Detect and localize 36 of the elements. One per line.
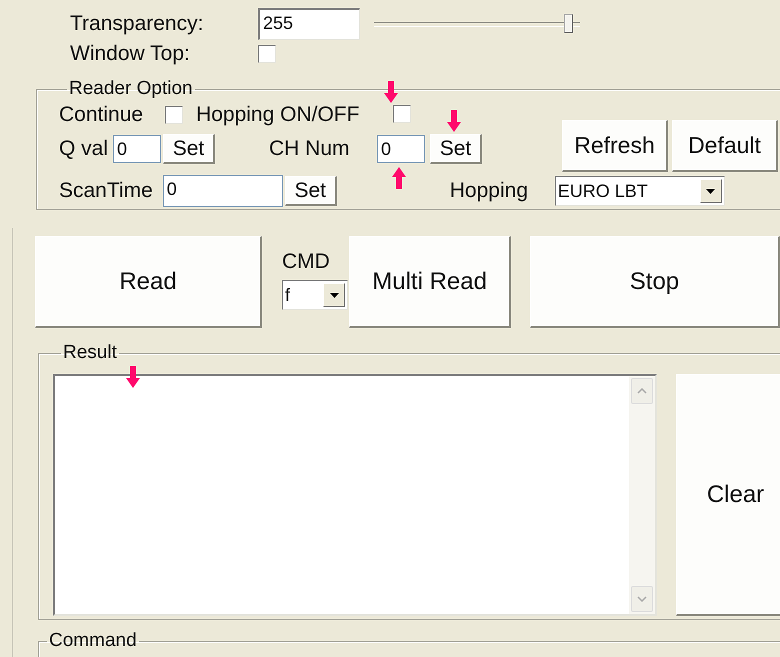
group-title: Result [62, 342, 118, 364]
option-button[interactable]: Default [672, 120, 778, 172]
continue-label: Continue [59, 103, 144, 127]
multi-read-button[interactable]: Multi Read [349, 236, 511, 328]
set-button[interactable]: Set [430, 134, 482, 164]
cmd-label: CMD [282, 250, 331, 274]
caret-icon [330, 292, 338, 298]
scrollbar[interactable] [629, 376, 655, 614]
scroll-up-icon [637, 388, 647, 394]
scan-time-label: ScanTime [59, 179, 153, 203]
hopping-dropdown[interactable]: EURO LBT [554, 176, 725, 206]
clear-button[interactable]: Clear [676, 374, 780, 616]
hopping-label: Hopping [450, 179, 529, 203]
read-button[interactable]: Read [35, 236, 262, 328]
set-button[interactable]: Set [284, 176, 337, 206]
group-title: Reader Option [68, 78, 194, 100]
window-top-checkbox[interactable] [258, 45, 276, 63]
set-button[interactable]: Set [163, 134, 216, 164]
ch-num-label: CH Num [269, 137, 351, 161]
hopping-checkbox[interactable] [393, 105, 412, 123]
transparency-label: Transparency: [70, 12, 204, 36]
continue-checkbox[interactable] [165, 106, 184, 124]
window-top-label: Window Top: [70, 42, 191, 66]
ch-num-field[interactable]: 0 [377, 135, 426, 163]
group-title: Command [48, 630, 138, 652]
cmd-dropdown[interactable]: f [282, 280, 348, 310]
q-val-field[interactable]: 0 [113, 135, 162, 163]
scan-time-field[interactable]: 0 [162, 175, 283, 207]
q-val-label: Q val [59, 137, 108, 161]
slider-thumb[interactable] [564, 14, 574, 33]
transparency-field[interactable]: 255 [258, 8, 360, 40]
hopping-toggle-label: Hopping ON/OFF [196, 103, 360, 127]
option-button[interactable]: Refresh [562, 120, 668, 172]
caret-icon [706, 188, 716, 194]
stop-button[interactable]: Stop [530, 236, 780, 328]
scroll-down-icon [637, 596, 647, 602]
